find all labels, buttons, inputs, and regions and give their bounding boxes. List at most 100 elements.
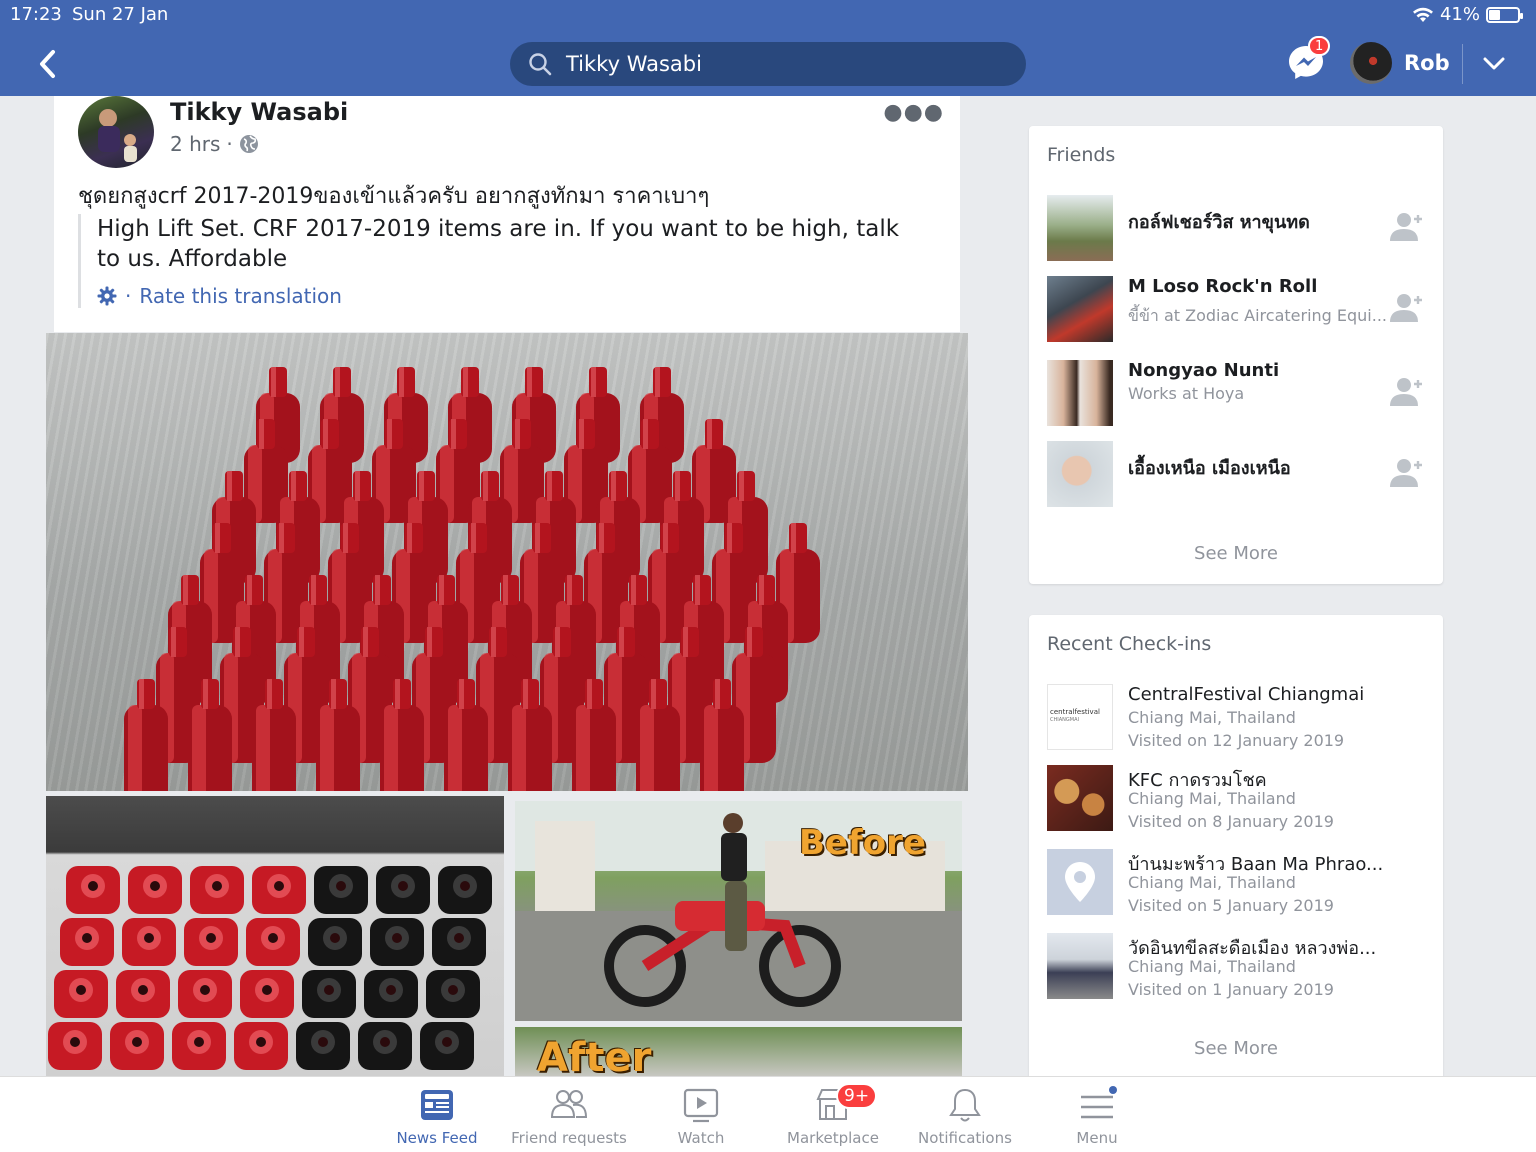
post-photo-after[interactable]: After: [515, 1027, 962, 1076]
part-shape: [392, 933, 402, 943]
bolt-shape: [527, 367, 532, 397]
add-friend-icon[interactable]: [1387, 207, 1427, 247]
friends-icon: [550, 1090, 588, 1118]
bolt-shape: [491, 627, 496, 657]
bolt-shape: [739, 471, 744, 501]
tab-watch[interactable]: Watch: [636, 1085, 766, 1147]
friend-item[interactable]: กอล์ฟเชอร์วิส หาขุนทด: [1047, 195, 1427, 261]
part-shape: [442, 1037, 452, 1047]
friend-item[interactable]: M Loso Rock'n Roll ขี้ข้า at Zodiac Airc…: [1047, 276, 1427, 342]
part-shape: [324, 985, 334, 995]
bolt-shape: [271, 367, 276, 397]
friends-card: Friends กอล์ฟเชอร์วิส หาขุนทด M Loso Roc…: [1029, 126, 1443, 584]
friends-title: Friends: [1047, 144, 1116, 166]
post-photo-parts[interactable]: [46, 796, 504, 1076]
friends-see-more[interactable]: See More: [1029, 543, 1443, 564]
tab-label: Notifications: [918, 1129, 1012, 1147]
add-friend-icon[interactable]: [1387, 453, 1427, 493]
tab-friend-requests[interactable]: Friend requests: [504, 1085, 634, 1147]
friend-name: Nongyao Nunti: [1128, 360, 1280, 381]
after-label: After: [537, 1035, 652, 1076]
rate-translation-link[interactable]: Rate this translation: [139, 284, 342, 308]
logo-subtext: CHIANGMAI: [1050, 717, 1079, 723]
bolt-shape: [384, 705, 398, 791]
bolt-shape: [419, 471, 424, 501]
add-friend-icon[interactable]: [1387, 288, 1427, 328]
search-input[interactable]: Tikky Wasabi: [510, 42, 1026, 86]
friend-photo: [1047, 195, 1113, 261]
bolt-shape: [203, 679, 208, 709]
bolt-shape: [591, 367, 596, 397]
account-menu-button[interactable]: [1478, 48, 1510, 80]
post-photo-main[interactable]: [46, 333, 968, 791]
part-shape: [132, 1037, 142, 1047]
map-pin-icon: [1065, 862, 1095, 902]
part-shape: [256, 1037, 266, 1047]
bolt-shape: [451, 419, 456, 449]
bolt-shape: [171, 627, 176, 657]
post-photo-before[interactable]: Before: [515, 801, 962, 1021]
bolt-shape: [567, 575, 572, 605]
bolt-shape: [259, 419, 264, 449]
bolt-shape: [399, 367, 404, 397]
checkin-item[interactable]: centralfestival CHIANGMAI CentralFestiva…: [1047, 684, 1427, 750]
bolt-shape: [683, 627, 688, 657]
battery-percent: 41%: [1439, 4, 1480, 25]
part-shape: [76, 985, 86, 995]
bolt-shape: [395, 679, 400, 709]
rate-translation-row: · Rate this translation: [97, 284, 928, 308]
back-button[interactable]: [30, 44, 64, 84]
tab-news-feed[interactable]: News Feed: [372, 1085, 502, 1147]
bolt-shape: [555, 627, 560, 657]
tab-marketplace[interactable]: 9+ Marketplace: [768, 1083, 898, 1147]
part-shape: [88, 881, 98, 891]
chevron-down-icon: [1483, 57, 1505, 70]
checkins-see-more[interactable]: See More: [1029, 1038, 1443, 1059]
post-author-name[interactable]: Tikky Wasabi: [170, 98, 348, 126]
friend-name: กอล์ฟเชอร์วิส หาขุนทด: [1128, 212, 1310, 233]
post-author-avatar[interactable]: [78, 96, 154, 168]
avatar-photo: [98, 109, 137, 162]
part-shape: [336, 881, 346, 891]
bolt-shape: [503, 575, 508, 605]
friend-detail: Works at Hoya: [1128, 384, 1245, 403]
translation-block: High Lift Set. CRF 2017-2019 items are i…: [78, 214, 928, 308]
friend-item[interactable]: Nongyao Nunti Works at Hoya: [1047, 360, 1427, 426]
part-shape: [274, 881, 284, 891]
bolt-shape: [535, 523, 540, 553]
translation-text: High Lift Set. CRF 2017-2019 items are i…: [97, 216, 900, 272]
globe-icon: [239, 135, 258, 153]
status-date: Sun 27 Jan: [72, 4, 169, 25]
friend-detail: ขี้ข้า at Zodiac Aircatering Equi...: [1128, 306, 1387, 325]
bolt-shape: [675, 471, 680, 501]
bolt-shape: [515, 419, 520, 449]
bolt-shape: [267, 679, 272, 709]
checkin-item[interactable]: วัดอินทขีลสะดือเมือง หลวงพ่อ... Chiang M…: [1047, 933, 1427, 999]
bolt-shape: [523, 679, 528, 709]
profile-button[interactable]: Rob: [1350, 42, 1450, 84]
checkin-item[interactable]: บ้านมะพร้าว Baan Ma Phrao... Chiang Mai,…: [1047, 849, 1427, 915]
search-icon: [529, 53, 552, 76]
bolt-shape: [355, 471, 360, 501]
part-shape: [212, 881, 222, 891]
menu-icon: [1081, 1086, 1117, 1119]
friend-item[interactable]: เอื้องเหนือ เมืองเหนือ: [1047, 441, 1427, 507]
tab-notifications[interactable]: Notifications: [900, 1085, 1030, 1147]
tab-menu[interactable]: Menu: [1032, 1085, 1162, 1147]
bolt-shape: [335, 367, 340, 397]
friend-photo: [1047, 360, 1113, 426]
part-shape: [262, 985, 272, 995]
battery-fill: [1489, 9, 1501, 20]
add-friend-icon[interactable]: [1387, 372, 1427, 412]
friend-photo: [1047, 276, 1113, 342]
checkins-title: Recent Check-ins: [1047, 633, 1212, 655]
post-time[interactable]: 2 hrs: [170, 132, 220, 156]
bolt-shape: [320, 705, 334, 791]
bolt-shape: [695, 575, 700, 605]
logo-text: centralfestival: [1050, 708, 1100, 716]
more-options-icon[interactable]: ●●●: [883, 100, 944, 125]
checkin-location: Chiang Mai, Thailand: [1128, 873, 1296, 892]
messenger-button[interactable]: 1: [1286, 36, 1331, 82]
bolt-shape: [448, 705, 462, 791]
checkin-item[interactable]: KFC กาดรวมโชค Chiang Mai, Thailand Visit…: [1047, 765, 1427, 831]
